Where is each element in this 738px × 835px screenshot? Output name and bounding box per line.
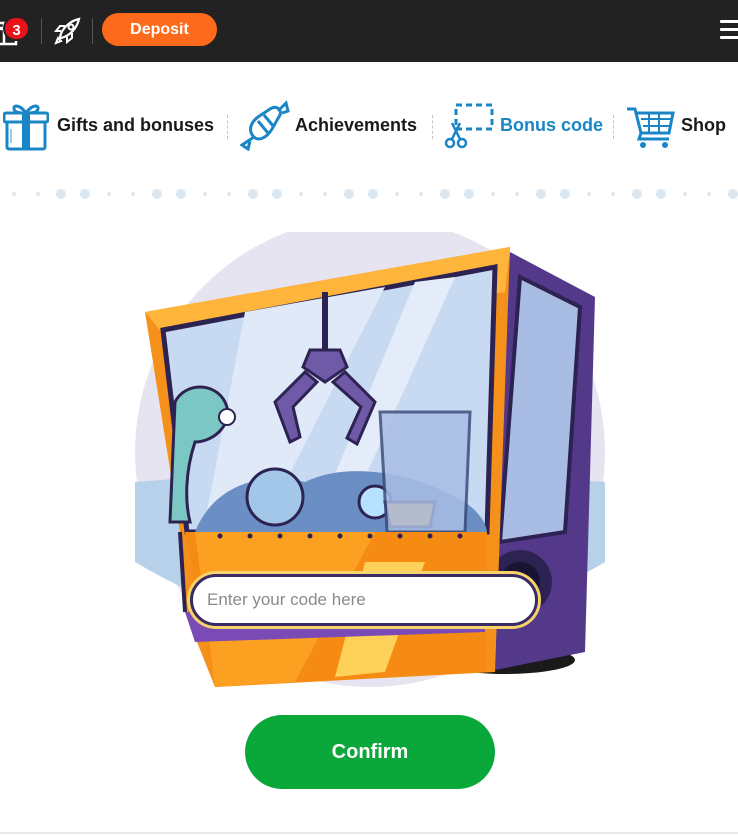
nav-divider bbox=[613, 115, 614, 139]
nav-label-gifts: Gifts and bonuses bbox=[57, 114, 215, 135]
nav-item-bonus-code[interactable]: Bonus code bbox=[442, 95, 603, 155]
nav-divider bbox=[227, 115, 228, 139]
confirm-button[interactable]: Confirm bbox=[245, 715, 495, 789]
cart-icon bbox=[627, 107, 675, 148]
top-bar: 3 Deposit bbox=[0, 0, 738, 62]
divider bbox=[41, 18, 42, 44]
bottom-divider bbox=[0, 832, 738, 834]
hamburger-menu-icon[interactable] bbox=[720, 20, 738, 42]
bonus-nav: Gifts and bonuses Achievements Bonus cod… bbox=[0, 95, 738, 155]
dotted-divider bbox=[12, 189, 738, 199]
scissors-coupon-icon bbox=[444, 103, 494, 149]
nav-divider bbox=[432, 115, 433, 139]
nav-item-shop[interactable]: Shop bbox=[625, 95, 726, 155]
nav-label-bonus-code: Bonus code bbox=[500, 114, 604, 135]
divider bbox=[92, 18, 93, 44]
nav-item-gifts[interactable]: Gifts and bonuses bbox=[3, 95, 214, 155]
nav-label-shop: Shop bbox=[681, 114, 726, 135]
notification-badge: 3 bbox=[3, 16, 30, 41]
nav-label-achievements: Achievements bbox=[295, 114, 418, 135]
candy-icon bbox=[240, 100, 290, 151]
deposit-button[interactable]: Deposit bbox=[102, 13, 217, 46]
bonus-code-input[interactable] bbox=[190, 574, 538, 626]
nav-item-achievements[interactable]: Achievements bbox=[240, 95, 417, 155]
gift-icon bbox=[3, 104, 49, 151]
rocket-icon[interactable] bbox=[52, 16, 82, 46]
